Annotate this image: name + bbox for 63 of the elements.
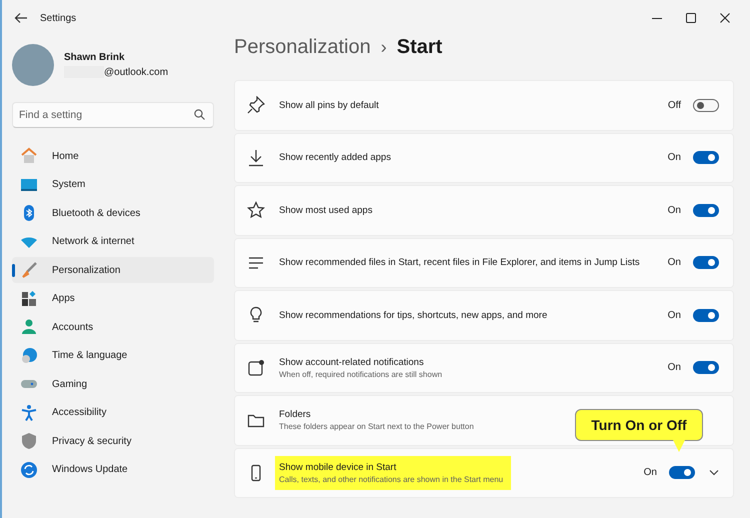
avatar — [12, 44, 54, 86]
callout-pointer — [672, 438, 686, 452]
sidebar-item[interactable]: Apps — [12, 286, 214, 312]
back-arrow-icon[interactable] — [14, 12, 28, 24]
setting-description: These folders appear on Start next to the Power button — [279, 422, 474, 432]
toggle-state-label: On — [668, 204, 681, 216]
setting-title: Show mobile device in Start — [279, 462, 398, 473]
callout-bubble: Turn On or Off — [575, 409, 703, 442]
chevron-down-icon[interactable] — [709, 470, 719, 476]
breadcrumb-link[interactable]: Personalization — [234, 36, 371, 59]
sidebar-item[interactable]: Accounts — [12, 314, 214, 340]
globe-clock-icon — [20, 346, 38, 364]
toggle-switch[interactable] — [693, 98, 719, 112]
home-icon — [20, 147, 38, 165]
sidebar-item[interactable]: Gaming — [12, 371, 214, 397]
sidebar-item[interactable]: Time & language — [12, 342, 214, 368]
setting-description: When off, required notifications are still shown — [279, 370, 442, 379]
account-email: @outlook.com — [104, 66, 168, 78]
maximize-icon[interactable] — [686, 13, 696, 23]
page-title: Start — [396, 36, 442, 59]
breadcrumb-separator: › — [380, 37, 387, 58]
setting-title: Show all pins by default — [279, 100, 379, 111]
pin-icon — [247, 96, 265, 114]
close-icon[interactable] — [720, 13, 730, 23]
sidebar-item[interactable]: Windows Update — [12, 456, 214, 482]
toggle-switch[interactable] — [693, 361, 719, 374]
setting-title: Folders — [279, 409, 312, 420]
window-title: Settings — [40, 12, 76, 24]
search-icon — [194, 109, 205, 120]
sidebar-item[interactable]: Home — [12, 143, 214, 169]
sidebar-item[interactable]: Privacy & security — [12, 428, 214, 454]
sync-icon — [20, 460, 38, 478]
sidebar-item[interactable]: Personalization — [12, 257, 214, 283]
shield-icon — [20, 432, 38, 450]
person-icon — [20, 318, 38, 336]
toggle-switch[interactable] — [693, 204, 719, 217]
accessibility-icon — [20, 404, 38, 422]
setting-title: Show recently added apps — [279, 152, 391, 164]
paintbrush-icon — [20, 261, 38, 279]
setting-title: Show recommended files in Start, recent files in File Explorer, and items in Jump Lists — [279, 257, 640, 268]
sidebar-item[interactable]: Bluetooth & devices — [12, 200, 214, 226]
toggle-state-label: Off — [668, 100, 681, 111]
toggle-state-label: On — [668, 152, 681, 164]
setting-description: Calls, texts, and other notifications are shown in the Start menu — [279, 474, 504, 484]
toggle-state-label: On — [668, 257, 681, 268]
toggle-state-label: On — [668, 362, 681, 374]
sidebar-item[interactable]: Network & internet — [12, 228, 214, 254]
apps-icon — [20, 290, 38, 308]
sidebar-item[interactable]: System — [12, 172, 214, 198]
account-name: Shawn Brink — [64, 52, 126, 63]
search-field[interactable]: Find a setting — [12, 102, 214, 128]
notification-icon — [247, 358, 265, 377]
toggle-state-label: On — [644, 467, 657, 478]
setting-title: Show account-related notifications — [279, 356, 425, 368]
sidebar-item[interactable]: Accessibility — [12, 400, 214, 426]
setting-title: Show most used apps — [279, 204, 372, 216]
star-icon — [247, 201, 265, 220]
toggle-switch[interactable] — [693, 256, 719, 270]
toggle-switch[interactable] — [693, 308, 719, 322]
toggle-state-label: On — [668, 310, 681, 321]
setting-title: Show recommendations for tips, shortcuts, new apps, and more — [279, 310, 548, 321]
toggle-switch[interactable] — [693, 151, 719, 164]
download-icon — [247, 148, 265, 167]
